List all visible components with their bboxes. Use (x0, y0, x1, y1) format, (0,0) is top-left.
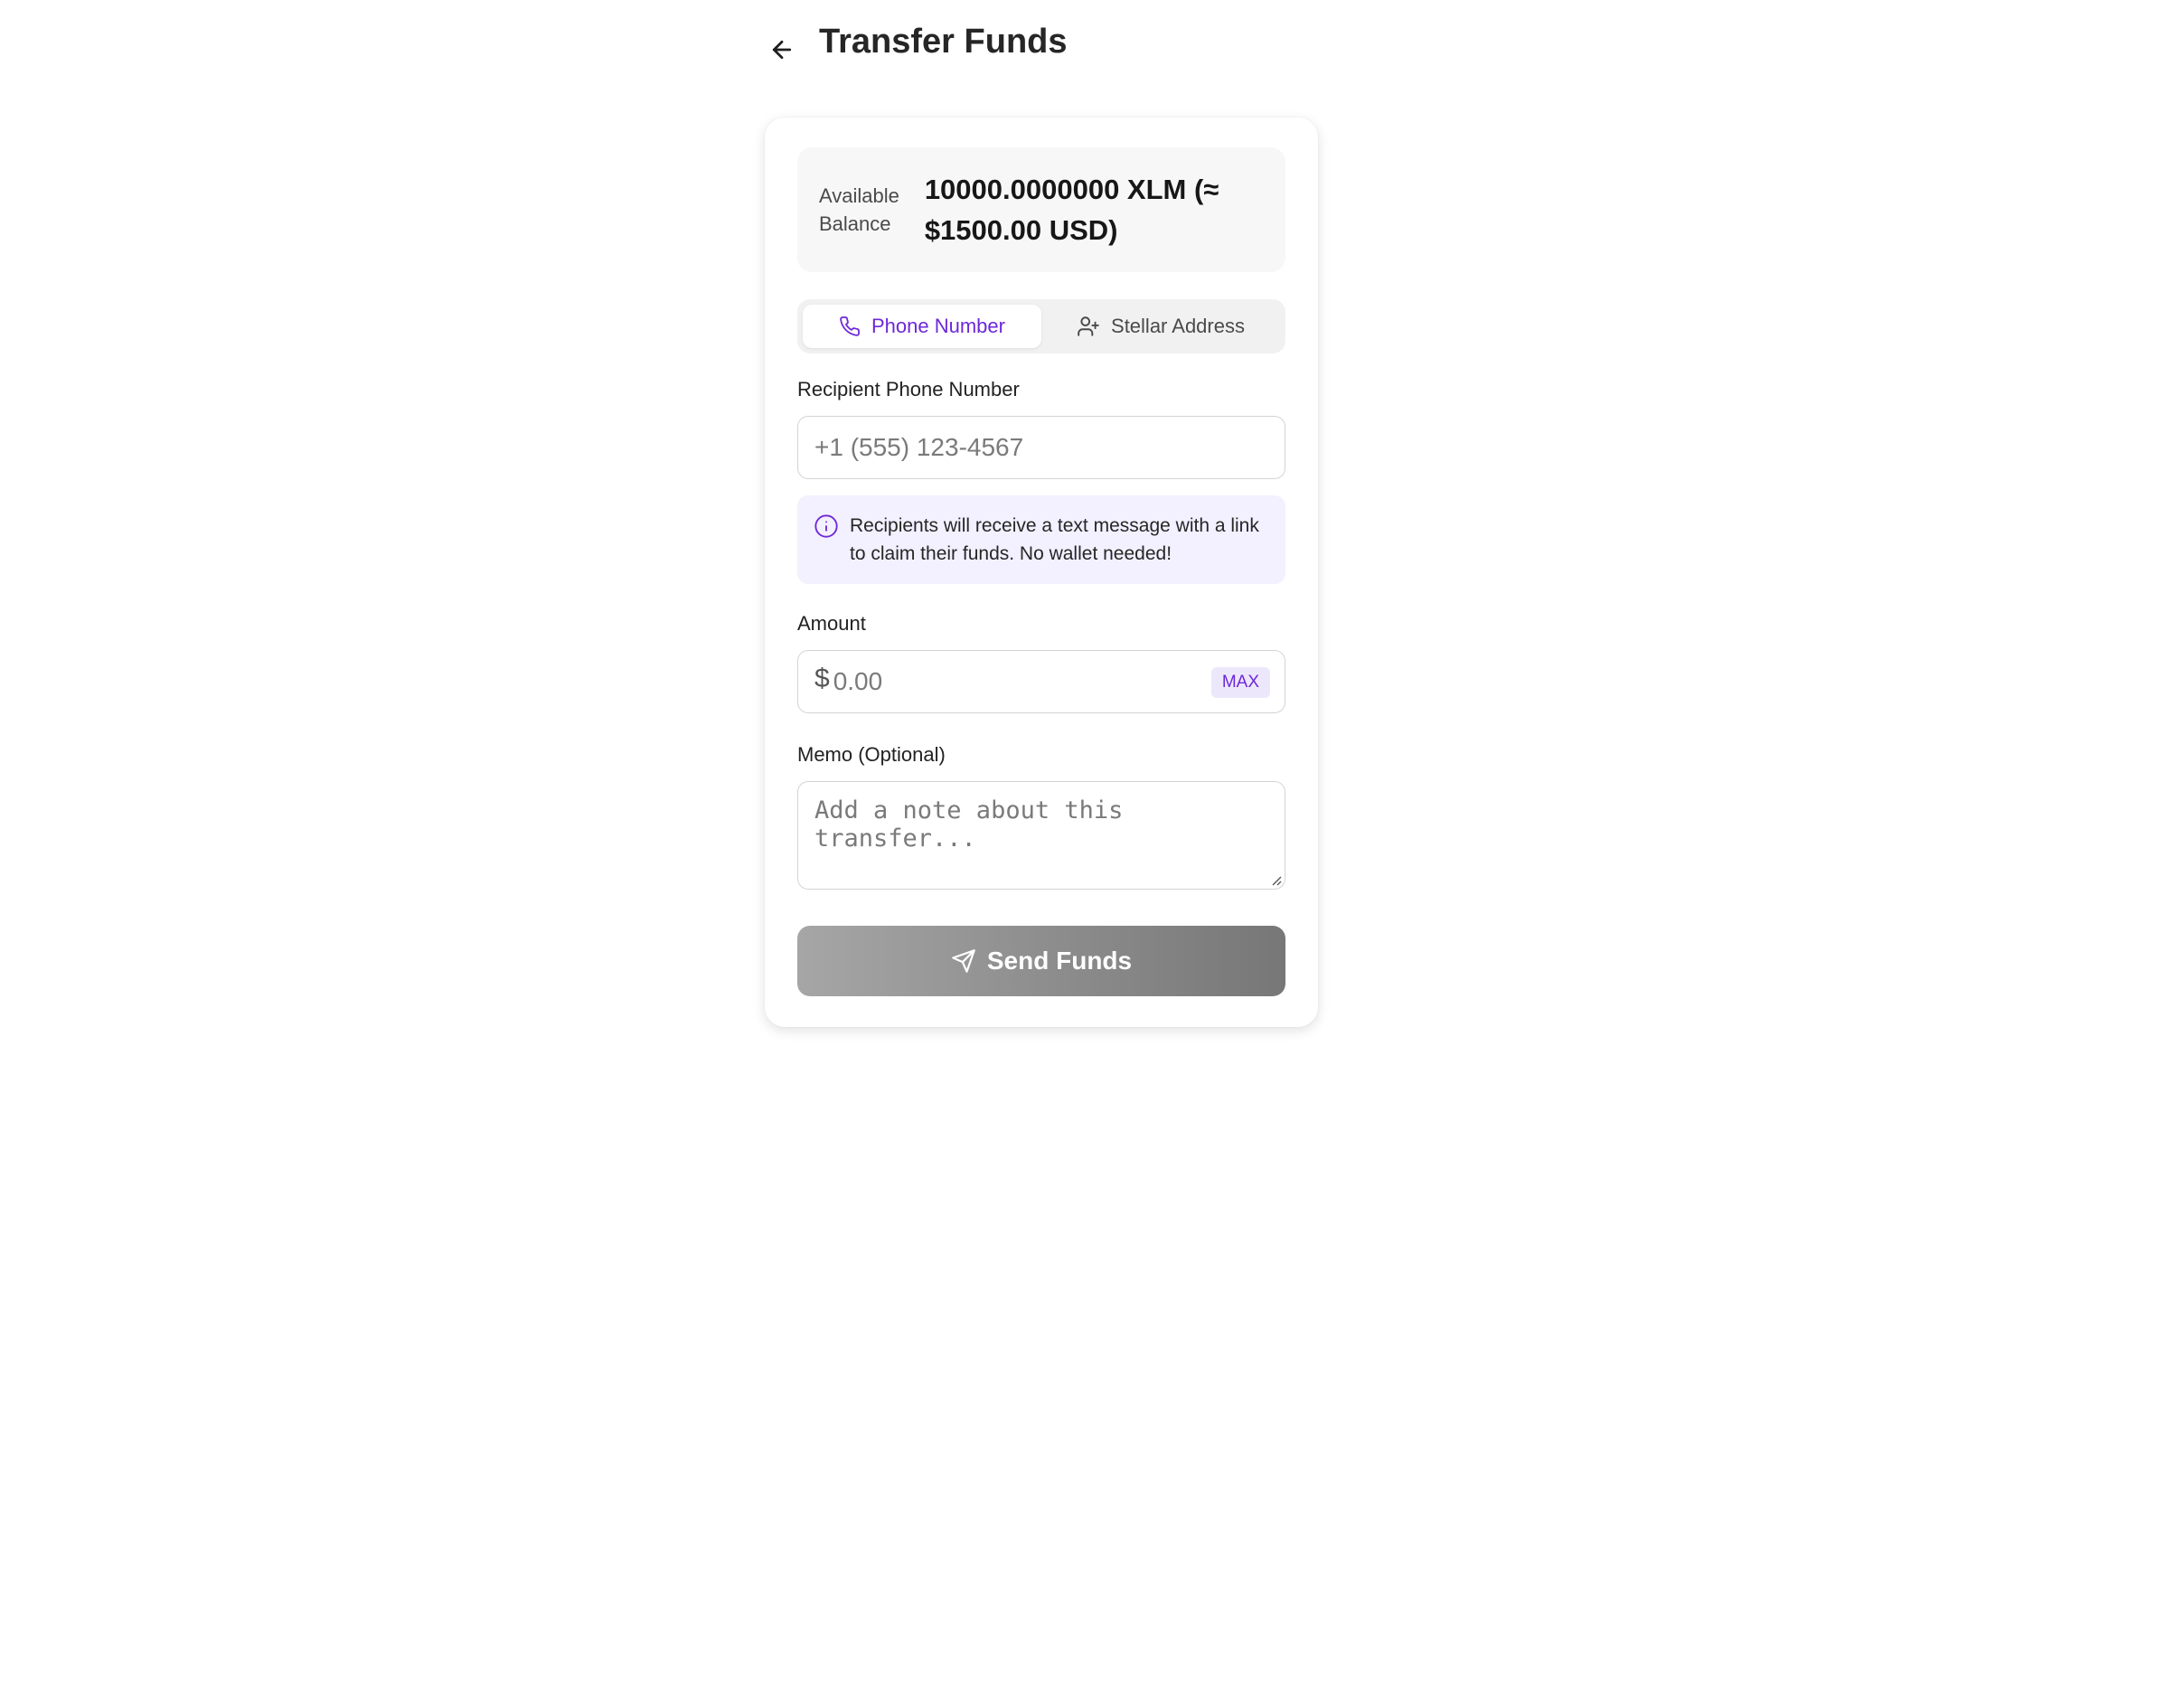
max-button[interactable]: MAX (1210, 667, 1270, 698)
memo-textarea[interactable]: Add a note about this transfer... (797, 781, 1285, 890)
page-header: Transfer Funds (763, 18, 1323, 69)
amount-placeholder: 0.00 (833, 667, 883, 695)
recipient-phone-placeholder: +1 (555) 123-4567 (814, 433, 1024, 461)
currency-symbol: $ (814, 664, 830, 693)
send-funds-label: Send Funds (986, 947, 1133, 975)
tab-phone-number-label: Phone Number (871, 315, 1005, 337)
amount-label: Amount (797, 612, 866, 635)
resize-grip-icon[interactable] (1269, 873, 1282, 886)
memo-placeholder: Add a note about this transfer... (814, 796, 1124, 853)
page-title: Transfer Funds (819, 23, 1068, 61)
transfer-card: Available Balance 10000.0000000 XLM (≈ $… (765, 118, 1318, 1027)
tab-stellar-address-label: Stellar Address (1111, 315, 1245, 337)
back-button[interactable] (763, 31, 801, 69)
send-funds-button[interactable]: Send Funds (797, 926, 1285, 996)
balance-panel: Available Balance 10000.0000000 XLM (≈ $… (797, 147, 1285, 272)
info-icon (814, 514, 838, 538)
info-text: Recipients will receive a text message w… (850, 515, 1259, 564)
info-notice: Recipients will receive a text message w… (797, 495, 1285, 584)
balance-label: Available Balance (819, 184, 899, 235)
tab-stellar-address[interactable]: Stellar Address (1041, 305, 1280, 348)
send-icon (952, 949, 975, 973)
recipient-phone-label: Recipient Phone Number (797, 378, 1020, 400)
recipient-phone-input[interactable]: +1 (555) 123-4567 (797, 416, 1285, 479)
phone-icon (840, 316, 860, 336)
arrow-left-icon (772, 40, 792, 60)
user-plus-icon (1078, 316, 1099, 336)
recipient-type-tabs: Phone Number Stellar Address (797, 299, 1285, 353)
balance-value: 10000.0000000 XLM (≈ $1500.00 USD) (924, 174, 1219, 246)
amount-input[interactable]: $ 0.00 MAX (797, 650, 1285, 713)
tab-phone-number[interactable]: Phone Number (803, 305, 1041, 348)
memo-label: Memo (Optional) (797, 743, 946, 766)
